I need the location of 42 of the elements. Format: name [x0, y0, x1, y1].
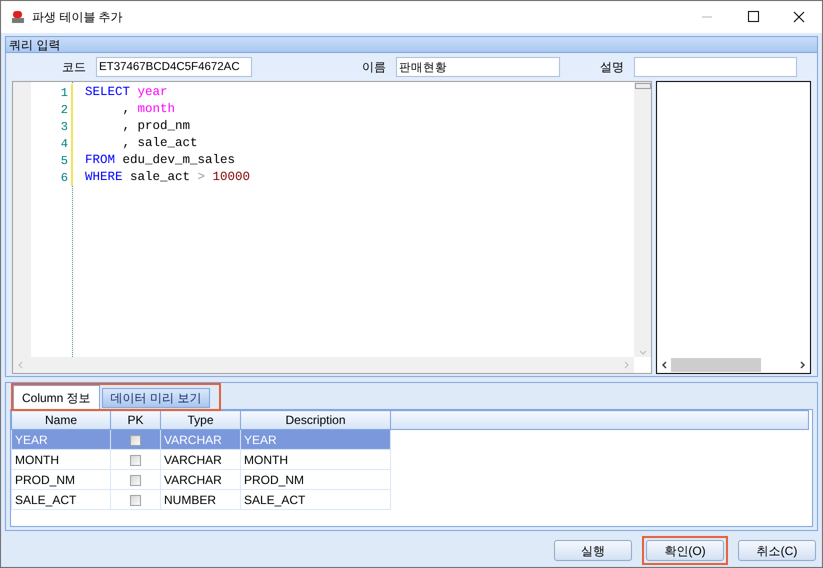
input-field[interactable]: 판매현황: [396, 57, 560, 77]
field-label: 설명: [599, 59, 625, 76]
code-editor[interactable]: 1 SELECT year 2 , month 3 , prod_nm 4 , sale_act 5 FROM edu_dev_m_sales 6 WHERE sale_act > 10000: [12, 81, 652, 374]
table-cell: SALE_ACT: [240, 490, 390, 510]
vertical-scrollbar[interactable]: [634, 82, 651, 357]
code-line: , prod_nm: [122, 118, 190, 136]
tab[interactable]: Column 정보: [13, 385, 100, 409]
column-header[interactable]: Type: [160, 410, 240, 430]
scroll-right-icon[interactable]: [800, 361, 806, 369]
line-number: 4: [60, 136, 68, 152]
input-field[interactable]: [634, 57, 797, 77]
code-line: WHERE sale_act > 10000: [85, 169, 250, 186]
line-number: 1: [60, 84, 68, 102]
tab[interactable]: 데이터 미리 보기: [102, 388, 210, 408]
scroll-down-icon[interactable]: [638, 350, 646, 356]
panel-title: 쿼리 입력: [6, 37, 817, 53]
table-cell: NUMBER: [160, 490, 240, 510]
field-label: 코드: [61, 59, 87, 76]
checkbox[interactable]: [130, 494, 141, 506]
column-header[interactable]: Description: [240, 410, 390, 430]
line-number: 2: [60, 102, 68, 118]
code-line: , sale_act: [122, 135, 198, 152]
code-line: SELECT year: [85, 84, 168, 102]
dialog-button[interactable]: 실행: [554, 540, 632, 561]
input-field[interactable]: ET37467BCD4C5F4672AC: [96, 57, 252, 77]
column-header[interactable]: PK: [110, 410, 160, 430]
column-header[interactable]: Name: [12, 410, 110, 430]
line-number: 6: [60, 170, 68, 186]
checkbox[interactable]: [130, 474, 141, 486]
checkbox[interactable]: [130, 434, 141, 446]
line-number: 5: [60, 152, 68, 170]
checkbox[interactable]: [130, 454, 141, 466]
field-label: 이름: [361, 59, 387, 76]
app-icon: [10, 9, 26, 25]
line-number: 3: [60, 118, 68, 136]
code-line: , month: [122, 101, 176, 118]
code-line: FROM edu_dev_m_sales: [85, 152, 236, 170]
window-title: 파생 테이블 추가: [32, 9, 123, 26]
scroll-left-icon[interactable]: [661, 361, 667, 369]
dialog-button[interactable]: 취소(C): [738, 540, 816, 561]
dialog-button[interactable]: 확인(O): [646, 540, 724, 561]
table-cell: SALE_ACT: [12, 490, 110, 510]
